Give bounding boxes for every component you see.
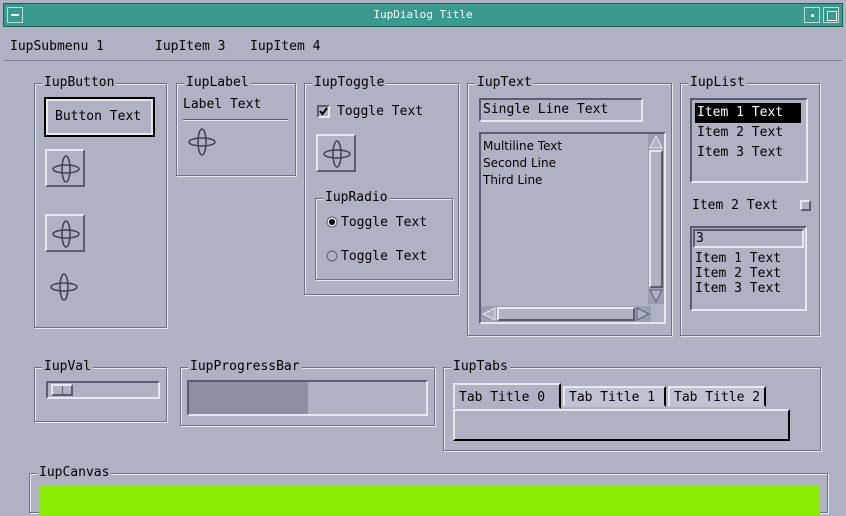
radio-option-1[interactable]: Toggle Text bbox=[324, 213, 449, 233]
checkbox-box bbox=[317, 105, 330, 118]
list-item[interactable]: Item 2 Text bbox=[695, 266, 803, 281]
slider-thumb[interactable] bbox=[51, 384, 73, 396]
canvas-frame: IupCanvas bbox=[29, 465, 828, 516]
image-button-flat[interactable] bbox=[45, 269, 85, 307]
image-toggle[interactable] bbox=[316, 134, 356, 172]
label-separator bbox=[183, 119, 288, 121]
image-button-2[interactable] bbox=[45, 214, 85, 252]
toggle-frame-title: IupToggle bbox=[312, 75, 387, 91]
edit-list-input[interactable]: 3 bbox=[693, 229, 804, 248]
tab-content bbox=[453, 409, 790, 441]
button-frame-title: IupButton bbox=[42, 75, 117, 91]
horizontal-scroll-thumb[interactable] bbox=[497, 307, 635, 321]
text-button-label: Button Text bbox=[55, 109, 142, 124]
text-button[interactable]: Button Text bbox=[44, 97, 155, 137]
dropdown-arrow-icon[interactable] bbox=[800, 200, 811, 211]
tab-strip: Tab Title 0 Tab Title 1 Tab Title 2 bbox=[453, 383, 783, 409]
plain-list[interactable]: Item 1 Text Item 2 Text Item 3 Text bbox=[690, 98, 808, 183]
drawing-canvas[interactable] bbox=[39, 486, 820, 516]
iup-dialog-window: IupDialog Title IupSubmenu 1 IupItem 3 I… bbox=[0, 0, 846, 516]
multiline-line: Third Line bbox=[483, 173, 543, 187]
orbit-icon bbox=[52, 155, 80, 183]
tab-0[interactable]: Tab Title 0 bbox=[453, 383, 561, 409]
radio-selected-icon bbox=[326, 216, 338, 228]
edit-list-value: 3 bbox=[696, 231, 704, 246]
vertical-scrollbar[interactable] bbox=[648, 134, 664, 304]
val-frame-title: IupVal bbox=[42, 359, 93, 375]
progress-fill bbox=[189, 382, 308, 414]
dropdown-value: Item 2 Text bbox=[692, 198, 779, 213]
tabs-frame: IupTabs Tab Title 0 Tab Title 1 Tab Title … bbox=[443, 359, 821, 451]
toggle-checkbox[interactable]: Toggle Text bbox=[315, 102, 455, 122]
text-frame: IupText Single Line Text Multiline Text S… bbox=[467, 75, 672, 336]
progress-frame: IupProgressBar bbox=[180, 359, 435, 426]
label-frame-title: IupLabel bbox=[184, 75, 251, 91]
title-bar[interactable]: IupDialog Title bbox=[3, 3, 843, 27]
list-item[interactable]: Item 3 Text bbox=[695, 281, 803, 296]
edit-list-items[interactable]: Item 1 Text Item 2 Text Item 3 Text bbox=[695, 251, 803, 296]
multiline-content: Multiline Text Second Line Third Line bbox=[483, 138, 643, 189]
progress-frame-title: IupProgressBar bbox=[188, 359, 302, 375]
scroll-up-arrow-icon[interactable] bbox=[649, 135, 663, 149]
radio-option-1-label: Toggle Text bbox=[341, 215, 428, 230]
horizontal-scrollbar[interactable] bbox=[481, 306, 651, 322]
val-frame: IupVal bbox=[34, 359, 167, 422]
list-frame: IupList Item 1 Text Item 2 Text Item 3 Tex… bbox=[680, 75, 820, 336]
window-title: IupDialog Title bbox=[373, 8, 473, 21]
slider-track[interactable] bbox=[46, 381, 160, 399]
minimize-button[interactable] bbox=[804, 7, 820, 23]
checkmark-icon bbox=[319, 107, 328, 116]
canvas-frame-title: IupCanvas bbox=[37, 465, 112, 481]
toggle-label: Toggle Text bbox=[337, 104, 424, 119]
text-frame-title: IupText bbox=[475, 75, 534, 91]
menu-bar: IupSubmenu 1 IupItem 3 IupItem 4 bbox=[4, 30, 842, 61]
button-frame: IupButton Button Text bbox=[34, 75, 167, 328]
orbit-icon bbox=[50, 273, 78, 301]
dropdown-list[interactable]: Item 2 Text bbox=[690, 196, 814, 216]
edit-list: 3 Item 1 Text Item 2 Text Item 3 Text bbox=[690, 226, 807, 311]
single-line-input[interactable]: Single Line Text bbox=[479, 98, 643, 122]
tab-1[interactable]: Tab Title 1 bbox=[563, 386, 666, 407]
menu-item-item-4[interactable]: IupItem 4 bbox=[250, 39, 320, 54]
orbit-icon bbox=[188, 128, 216, 156]
list-item[interactable]: Item 2 Text bbox=[695, 123, 801, 143]
radio-option-2-label: Toggle Text bbox=[341, 249, 428, 264]
label-text: Label Text bbox=[183, 97, 262, 112]
image-button-1[interactable] bbox=[45, 149, 85, 187]
scroll-left-arrow-icon[interactable] bbox=[482, 307, 496, 321]
list-item[interactable]: Item 1 Text bbox=[695, 103, 801, 123]
tab-2[interactable]: Tab Title 2 bbox=[668, 386, 766, 407]
radio-frame: IupRadio Toggle Text Toggle Text bbox=[315, 190, 453, 280]
scroll-down-arrow-icon[interactable] bbox=[649, 289, 663, 303]
label-frame: IupLabel Label Text bbox=[176, 75, 296, 176]
orbit-icon bbox=[323, 140, 351, 168]
multiline-line: Second Line bbox=[483, 156, 556, 170]
progress-bar bbox=[187, 380, 428, 416]
multiline-input[interactable]: Multiline Text Second Line Third Line bbox=[479, 132, 666, 324]
radio-unselected-icon bbox=[326, 250, 338, 262]
orbit-icon bbox=[52, 220, 80, 248]
scroll-right-arrow-icon[interactable] bbox=[636, 307, 650, 321]
toggle-frame: IupToggle Toggle Text IupRadio Toggle Te… bbox=[304, 75, 459, 295]
list-frame-title: IupList bbox=[688, 75, 747, 91]
single-line-value: Single Line Text bbox=[483, 102, 609, 117]
multiline-line: Multiline Text bbox=[483, 139, 563, 153]
maximize-button[interactable] bbox=[823, 7, 839, 23]
slider-thumb-grip bbox=[62, 386, 63, 394]
radio-frame-title: IupRadio bbox=[323, 190, 390, 206]
list-item[interactable]: Item 1 Text bbox=[695, 251, 803, 266]
menu-item-submenu-1[interactable]: IupSubmenu 1 bbox=[10, 39, 104, 54]
menu-item-item-3[interactable]: IupItem 3 bbox=[155, 39, 225, 54]
radio-option-2[interactable]: Toggle Text bbox=[324, 247, 449, 267]
vertical-scroll-thumb[interactable] bbox=[649, 150, 663, 288]
list-item[interactable]: Item 3 Text bbox=[695, 143, 801, 163]
tabs-frame-title: IupTabs bbox=[451, 359, 510, 375]
